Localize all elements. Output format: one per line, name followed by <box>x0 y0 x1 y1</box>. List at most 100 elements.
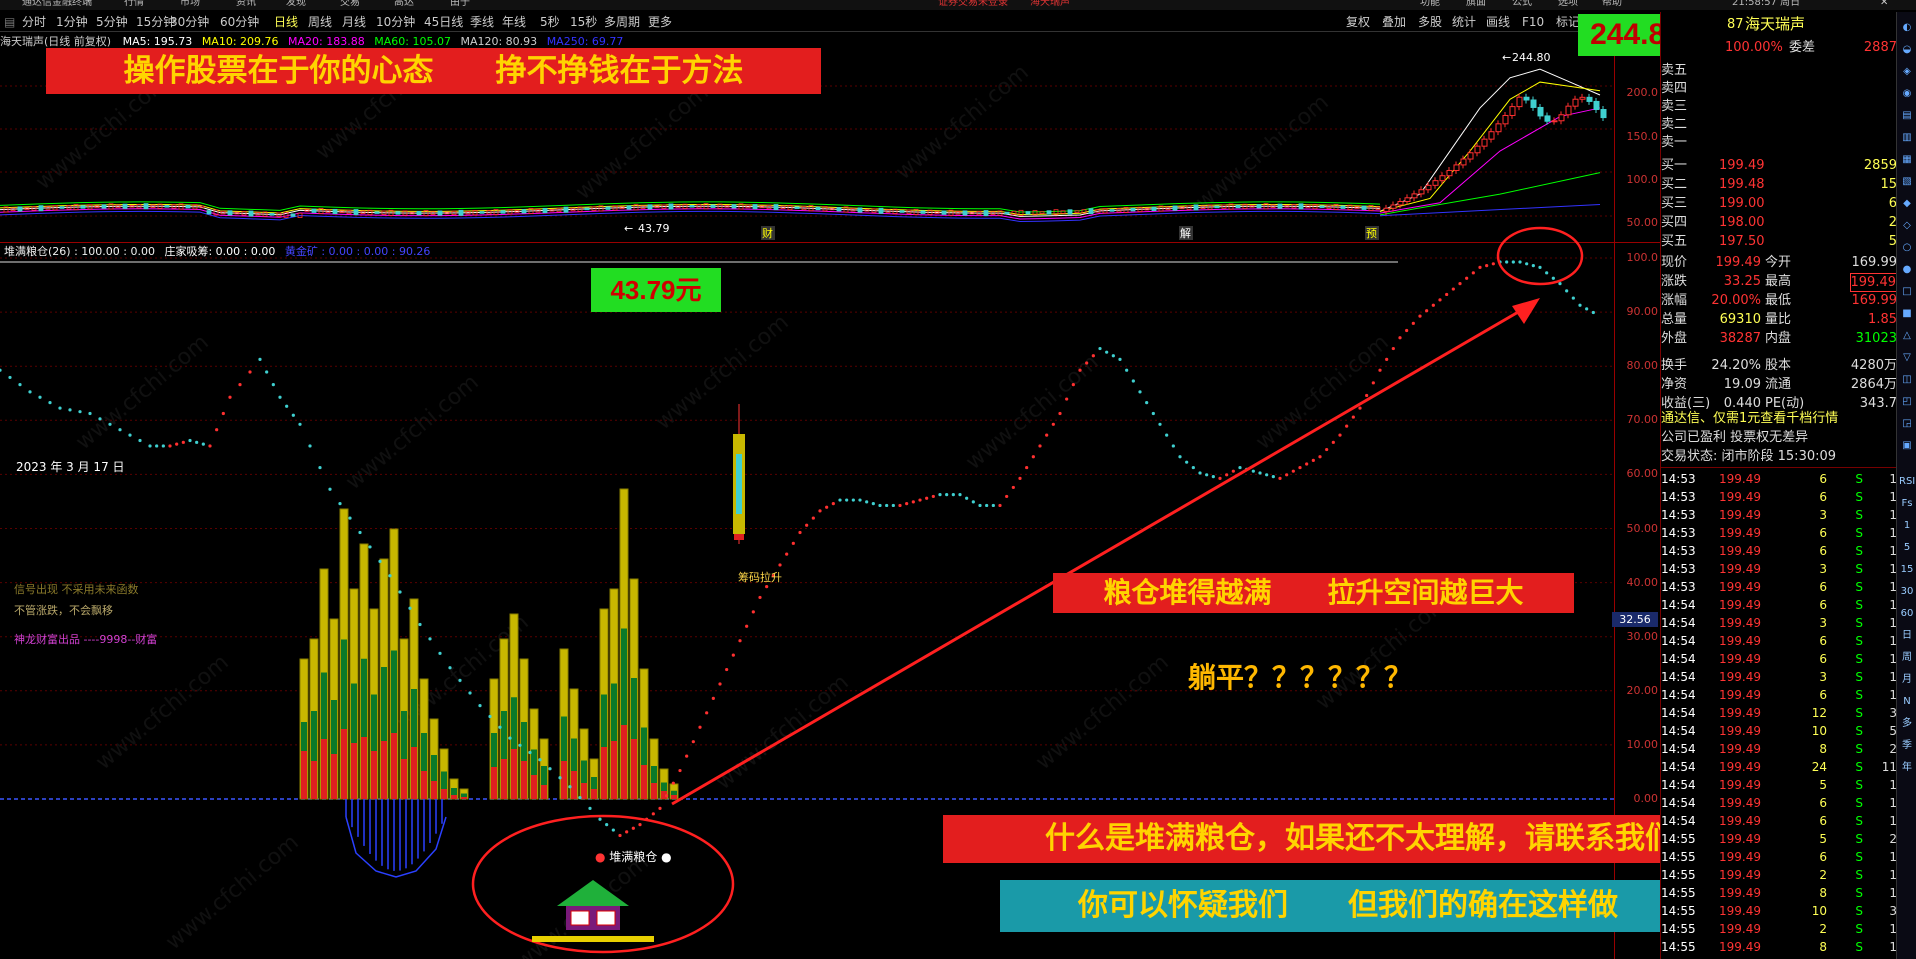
tick-row[interactable]: 14:55 199.49 8 S 1 <box>1661 884 1897 902</box>
tick-row[interactable]: 14:53 199.49 3 S 1 <box>1661 506 1897 524</box>
tick-row[interactable]: 14:54 199.49 6 S 1 <box>1661 794 1897 812</box>
tool-button[interactable]: 多股 <box>1418 12 1442 32</box>
tool-button[interactable]: 叠加 <box>1382 12 1406 32</box>
period-tab[interactable]: 30分钟 <box>170 12 209 32</box>
toolbar-icon[interactable]: △ <box>1899 328 1915 344</box>
event-mark[interactable]: 预 <box>1366 227 1377 240</box>
tick-row[interactable]: 14:53 199.49 6 S 1 <box>1661 488 1897 506</box>
toolbar-icon[interactable]: ○ <box>1899 240 1915 256</box>
sell-row[interactable]: 卖四 <box>1661 80 1897 97</box>
period-tab[interactable]: 15秒 <box>570 12 597 32</box>
toolbar-icon[interactable]: ▤ <box>1899 108 1915 124</box>
period-shortcut[interactable]: 30 <box>1899 584 1915 600</box>
period-shortcut[interactable]: 周 <box>1899 650 1915 666</box>
sell-row[interactable]: 卖二 <box>1661 116 1897 133</box>
period-shortcut[interactable]: 5 <box>1899 540 1915 556</box>
tool-button[interactable]: 画线 <box>1486 12 1510 32</box>
menu-options[interactable]: 选项 <box>1558 0 1578 8</box>
tick-row[interactable]: 14:53 199.49 6 S 1 <box>1661 578 1897 596</box>
toolbar-icon[interactable]: ▦ <box>1899 152 1915 168</box>
close-icon[interactable]: ✕ <box>1880 0 1888 8</box>
tick-row[interactable]: 14:55 199.49 2 S 1 <box>1661 920 1897 938</box>
tick-row[interactable]: 14:54 199.49 3 S 1 <box>1661 614 1897 632</box>
buy-row[interactable]: 买五 197.50 5 <box>1661 233 1897 250</box>
toolbar-icon[interactable]: ■ <box>1899 306 1915 322</box>
tick-row[interactable]: 14:54 199.49 6 S 1 <box>1661 650 1897 668</box>
toolbar-icon[interactable]: ● <box>1899 262 1915 278</box>
tool-button[interactable]: F10 <box>1522 12 1544 32</box>
period-shortcut[interactable]: Fs <box>1899 496 1915 512</box>
period-tab[interactable]: 更多 <box>648 12 672 32</box>
menu-help[interactable]: 帮助 <box>1602 0 1622 8</box>
tick-row[interactable]: 14:54 199.49 5 S 1 <box>1661 776 1897 794</box>
sell-row[interactable]: 卖五 <box>1661 62 1897 79</box>
event-mark[interactable]: 解 <box>1180 226 1191 240</box>
tool-button[interactable]: 统计 <box>1452 12 1476 32</box>
toolbar-icon[interactable]: ◫ <box>1899 372 1915 388</box>
period-tab[interactable]: 1分钟 <box>56 12 88 32</box>
toolbar-icon[interactable]: ▣ <box>1899 438 1915 454</box>
period-tab[interactable]: 5分钟 <box>96 12 128 32</box>
tick-row[interactable]: 14:54 199.49 6 S 1 <box>1661 596 1897 614</box>
promo-row[interactable]: 通达信、仅需1元查看千档行情 <box>1661 410 1897 427</box>
menu-login-status[interactable]: 证券交易未登录 <box>938 0 1008 8</box>
menu-discover[interactable]: 发现 <box>286 0 306 8</box>
tick-row[interactable]: 14:53 199.49 6 S 1 <box>1661 542 1897 560</box>
period-tab[interactable]: 年线 <box>502 12 526 32</box>
toolbar-icon[interactable]: ◲ <box>1899 416 1915 432</box>
tick-row[interactable]: 14:54 199.49 6 S 1 <box>1661 632 1897 650</box>
period-shortcut[interactable]: 年 <box>1899 760 1915 776</box>
tick-row[interactable]: 14:54 199.49 6 S 1 <box>1661 812 1897 830</box>
toolbar-icon[interactable]: ◆ <box>1899 196 1915 212</box>
buy-row[interactable]: 买一 199.49 2859 <box>1661 157 1897 174</box>
tick-row[interactable]: 14:54 199.49 10 S 5 <box>1661 722 1897 740</box>
toolbar-icon[interactable]: ▽ <box>1899 350 1915 366</box>
toolbar-icon[interactable]: ▥ <box>1899 130 1915 146</box>
toolbar-icon[interactable]: ◒ <box>1899 42 1915 58</box>
tick-row[interactable]: 14:54 199.49 8 S 2 <box>1661 740 1897 758</box>
tick-row[interactable]: 14:54 199.49 24 S 11 <box>1661 758 1897 776</box>
period-shortcut[interactable]: 60 <box>1899 606 1915 622</box>
menu-trade[interactable]: 交易 <box>340 0 360 8</box>
period-tab[interactable]: 周线 <box>308 12 332 32</box>
menu-news[interactable]: 资讯 <box>236 0 256 8</box>
tick-row[interactable]: 14:55 199.49 8 S 1 <box>1661 938 1897 956</box>
buy-row[interactable]: 买二 199.48 15 <box>1661 176 1897 193</box>
tick-row[interactable]: 14:54 199.49 6 S 1 <box>1661 686 1897 704</box>
tick-row[interactable]: 14:55 199.49 10 S 3 <box>1661 902 1897 920</box>
period-shortcut[interactable]: 日 <box>1899 628 1915 644</box>
tick-row[interactable]: 14:53 199.49 6 S 1 <box>1661 524 1897 542</box>
tool-button[interactable]: 复权 <box>1346 12 1370 32</box>
period-shortcut[interactable]: 月 <box>1899 672 1915 688</box>
menu-formula[interactable]: 公式 <box>1512 0 1532 8</box>
menu-quotes[interactable]: 行情 <box>124 0 144 8</box>
period-tab[interactable]: 45日线 <box>424 12 463 32</box>
toolbar-icon[interactable]: ◇ <box>1899 218 1915 234</box>
toolbar-icon[interactable]: ◉ <box>1899 86 1915 102</box>
sell-row[interactable]: 卖三 <box>1661 98 1897 115</box>
sell-row[interactable]: 卖一 <box>1661 134 1897 151</box>
period-tab[interactable]: 月线 <box>342 12 366 32</box>
toolbar-icon[interactable]: ▧ <box>1899 174 1915 190</box>
promo-text[interactable]: 通达信、仅需1元查看千档行情 <box>1661 410 1838 427</box>
period-tab[interactable]: 日线 <box>274 12 298 32</box>
menu-gaoda[interactable]: 高达 <box>394 0 414 8</box>
period-shortcut[interactable]: 季 <box>1899 738 1915 754</box>
period-shortcut[interactable]: 多 <box>1899 716 1915 732</box>
toolbar-icon[interactable]: ◐ <box>1899 20 1915 36</box>
menu-function[interactable]: 功能 <box>1420 0 1440 8</box>
buy-row[interactable]: 买四 198.00 2 <box>1661 214 1897 231</box>
period-tab[interactable]: 10分钟 <box>376 12 415 32</box>
period-tab[interactable]: 5秒 <box>540 12 560 32</box>
period-shortcut[interactable]: 1 <box>1899 518 1915 534</box>
period-tab[interactable]: 分时 <box>22 12 46 32</box>
tool-button[interactable]: 标记 <box>1556 12 1580 32</box>
tick-row[interactable]: 14:54 199.49 12 S 3 <box>1661 704 1897 722</box>
period-tab[interactable]: 季线 <box>470 12 494 32</box>
period-tab[interactable]: 多周期 <box>604 12 640 32</box>
period-shortcut[interactable]: 15 <box>1899 562 1915 578</box>
tick-row[interactable]: 14:54 199.49 3 S 1 <box>1661 668 1897 686</box>
menu-market[interactable]: 市场 <box>180 0 200 8</box>
toolbar-icon[interactable]: ◈ <box>1899 64 1915 80</box>
event-mark[interactable]: 财 <box>762 226 773 240</box>
